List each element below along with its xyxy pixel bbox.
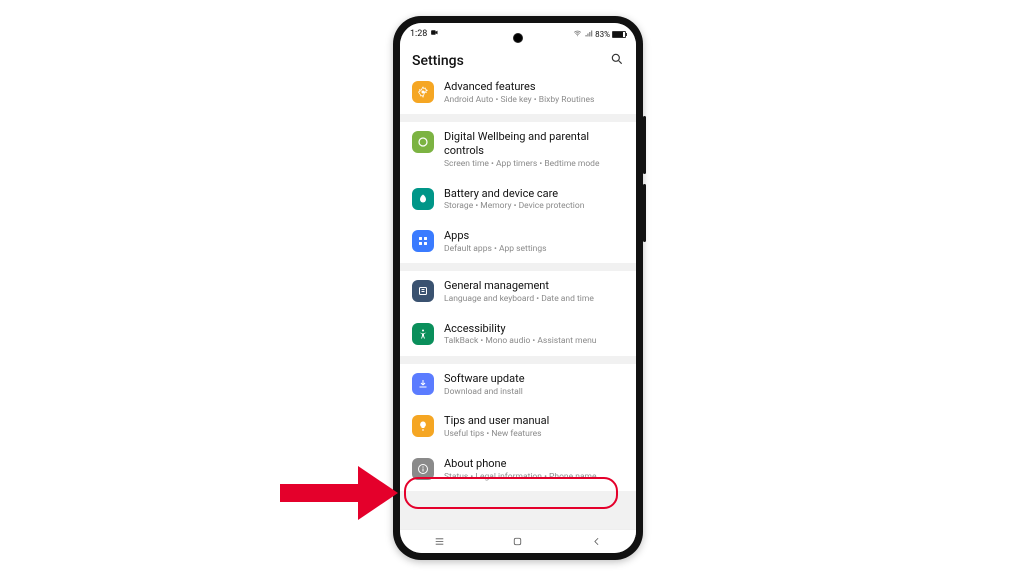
item-sub: Useful tips • New features [444, 429, 624, 440]
item-sub: Screen time • App timers • Bedtime mode [444, 159, 624, 170]
phone-screen: 1:28 83% Settings [400, 23, 636, 553]
general-icon [412, 280, 434, 302]
camera-indicator-icon [430, 28, 439, 40]
item-label: Accessibility [444, 322, 624, 336]
item-label: Digital Wellbeing and parental controls [444, 130, 624, 158]
item-sub: Default apps • App settings [444, 244, 624, 255]
item-label: About phone [444, 457, 624, 471]
settings-list[interactable]: Advanced features Android Auto • Side ke… [400, 80, 636, 529]
item-label: Tips and user manual [444, 414, 624, 428]
settings-item-about-phone[interactable]: About phone Status • Legal information •… [400, 449, 636, 491]
about-icon [412, 458, 434, 480]
item-sub: Status • Legal information • Phone name [444, 472, 624, 483]
care-icon [412, 188, 434, 210]
item-label: Advanced features [444, 80, 624, 94]
item-sub: Storage • Memory • Device protection [444, 201, 624, 212]
home-button[interactable] [498, 535, 538, 548]
nav-bar [400, 529, 636, 553]
section-divider [400, 356, 636, 364]
battery-percent: 83% [595, 30, 610, 39]
wellbeing-icon [412, 131, 434, 153]
item-label: General management [444, 279, 624, 293]
settings-item-accessibility[interactable]: Accessibility TalkBack • Mono audio • As… [400, 314, 636, 356]
item-label: Battery and device care [444, 187, 624, 201]
item-sub: Android Auto • Side key • Bixby Routines [444, 95, 624, 106]
settings-item-general-management[interactable]: General management Language and keyboard… [400, 271, 636, 313]
settings-item-tips[interactable]: Tips and user manual Useful tips • New f… [400, 406, 636, 448]
settings-item-apps[interactable]: Apps Default apps • App settings [400, 221, 636, 263]
battery-icon [612, 31, 626, 38]
signal-icon [584, 29, 593, 40]
front-camera [513, 33, 523, 43]
tips-icon [412, 415, 434, 437]
phone-frame: 1:28 83% Settings [393, 16, 643, 560]
page-title: Settings [412, 53, 464, 69]
status-time: 1:28 [410, 29, 427, 39]
recents-button[interactable] [419, 535, 459, 548]
item-sub: Language and keyboard • Date and time [444, 294, 624, 305]
settings-header: Settings [400, 45, 636, 80]
item-label: Software update [444, 372, 624, 386]
section-divider [400, 114, 636, 122]
annotation-arrow [280, 462, 400, 526]
gear-icon [412, 81, 434, 103]
settings-item-advanced-features[interactable]: Advanced features Android Auto • Side ke… [400, 80, 636, 114]
settings-item-software-update[interactable]: Software update Download and install [400, 364, 636, 406]
update-icon [412, 373, 434, 395]
item-label: Apps [444, 229, 624, 243]
section-divider [400, 263, 636, 271]
search-button[interactable] [610, 51, 624, 70]
item-sub: Download and install [444, 387, 624, 398]
item-sub: TalkBack • Mono audio • Assistant menu [444, 336, 624, 347]
apps-icon [412, 230, 434, 252]
settings-item-digital-wellbeing[interactable]: Digital Wellbeing and parental controls … [400, 122, 636, 178]
settings-item-battery-care[interactable]: Battery and device care Storage • Memory… [400, 179, 636, 221]
back-button[interactable] [577, 535, 617, 548]
wifi-icon [573, 29, 582, 40]
accessibility-icon [412, 323, 434, 345]
